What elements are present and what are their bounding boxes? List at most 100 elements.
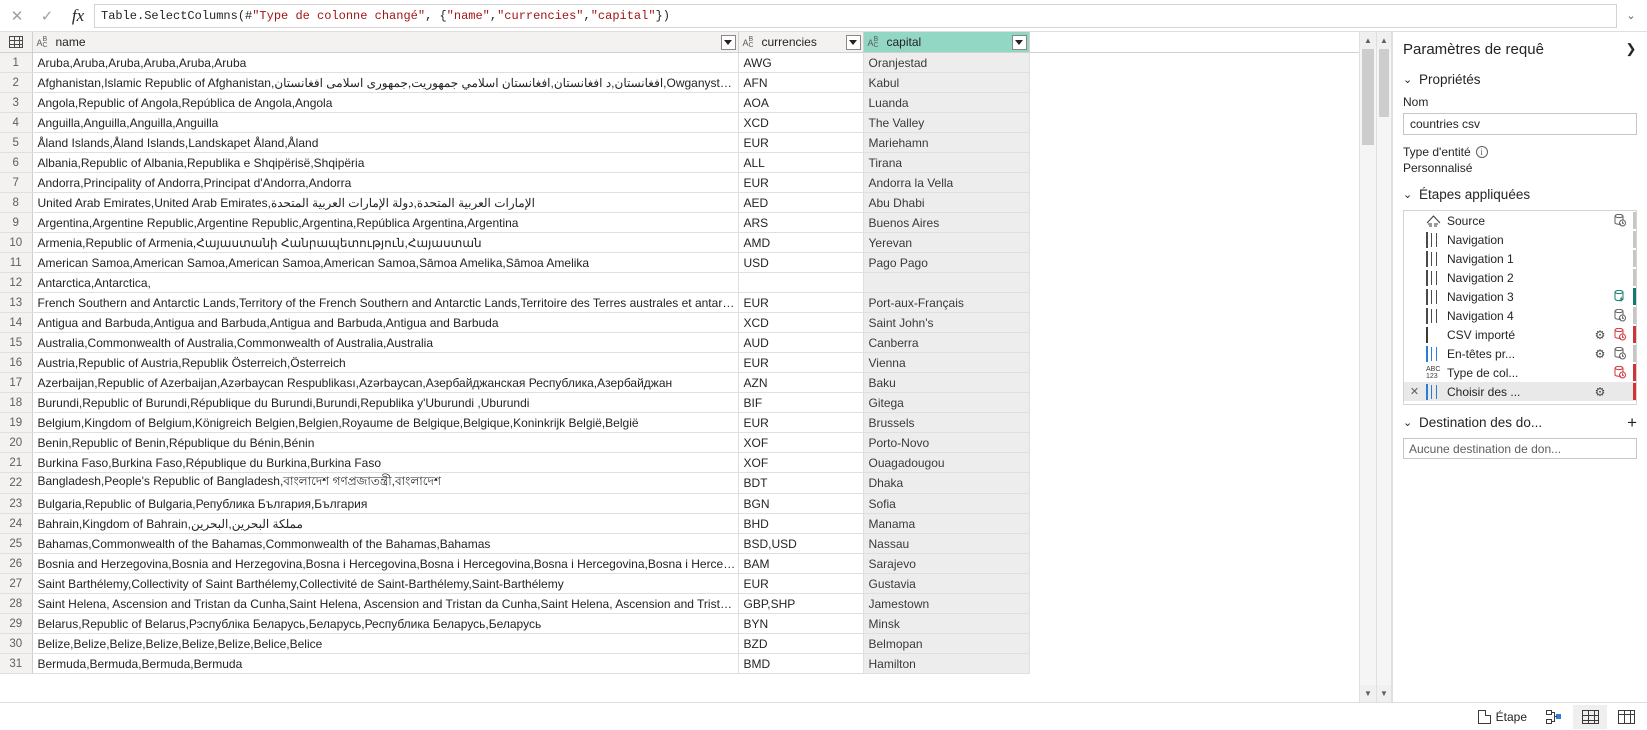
chevron-down-icon[interactable]: ⌄ bbox=[1403, 188, 1413, 201]
cell-capital[interactable]: Mariehamn bbox=[863, 132, 1030, 153]
cell-capital[interactable]: Canberra bbox=[863, 332, 1030, 353]
cell-capital[interactable]: Kabul bbox=[863, 72, 1030, 93]
row-number[interactable]: 2 bbox=[0, 72, 33, 93]
cell-capital[interactable]: Nassau bbox=[863, 533, 1030, 554]
applied-step-item[interactable]: Navigation 2 bbox=[1404, 268, 1636, 287]
cell-currencies[interactable]: XOF bbox=[738, 452, 864, 473]
cell-capital[interactable]: Ouagadougou bbox=[863, 452, 1030, 473]
scroll-up-arrow-icon[interactable]: ▲ bbox=[1360, 32, 1376, 49]
row-number[interactable]: 11 bbox=[0, 252, 33, 273]
cell-currencies[interactable]: BYN bbox=[738, 613, 864, 634]
cell-currencies[interactable] bbox=[738, 272, 864, 293]
cell-currencies[interactable]: AFN bbox=[738, 72, 864, 93]
table-row[interactable]: 17 Azerbaijan,Republic of Azerbaijan,Azər… bbox=[0, 372, 1359, 393]
table-row[interactable]: 16 Austria,Republic of Austria,Republik Ö… bbox=[0, 352, 1359, 373]
scroll-down-arrow-icon[interactable]: ▼ bbox=[1360, 685, 1376, 702]
row-number[interactable]: 26 bbox=[0, 553, 33, 574]
row-number[interactable]: 18 bbox=[0, 392, 33, 413]
abc-text-type-icon[interactable]: ABC bbox=[37, 36, 52, 49]
chevron-down-icon[interactable]: ⌄ bbox=[1403, 416, 1413, 429]
row-number[interactable]: 17 bbox=[0, 372, 33, 393]
step-status-item[interactable]: Étape bbox=[1470, 708, 1535, 726]
table-row[interactable]: 18 Burundi,Republic of Burundi,République… bbox=[0, 392, 1359, 413]
cell-currencies[interactable]: BDT bbox=[738, 472, 864, 494]
applied-step-item[interactable]: CSV CSV importé ⚙ bbox=[1404, 325, 1636, 344]
table-row[interactable]: 13 French Southern and Antarctic Lands,Te… bbox=[0, 292, 1359, 313]
cell-currencies[interactable]: GBP,SHP bbox=[738, 593, 864, 614]
gear-icon[interactable]: ⚙ bbox=[1593, 328, 1607, 342]
row-number[interactable]: 30 bbox=[0, 633, 33, 654]
cell-name[interactable]: Saint Helena, Ascension and Tristan da C… bbox=[32, 593, 739, 614]
abc-text-type-icon[interactable]: ABC bbox=[743, 36, 758, 49]
cell-name[interactable]: Australia,Commonwealth of Australia,Comm… bbox=[32, 332, 739, 353]
applied-step-item[interactable]: Navigation bbox=[1404, 230, 1636, 249]
cell-capital[interactable]: Gitega bbox=[863, 392, 1030, 413]
cell-currencies[interactable]: USD bbox=[738, 252, 864, 273]
table-row[interactable]: 10 Armenia,Republic of Armenia,Հայաստանի … bbox=[0, 232, 1359, 253]
grid-vertical-scrollbar[interactable]: ▲ ▼ bbox=[1359, 32, 1376, 702]
row-number[interactable]: 24 bbox=[0, 513, 33, 534]
rp-scroll-down-arrow-icon[interactable]: ▼ bbox=[1377, 685, 1391, 702]
row-number[interactable]: 19 bbox=[0, 412, 33, 433]
cell-capital[interactable]: Andorra la Vella bbox=[863, 172, 1030, 193]
applied-step-item[interactable]: Source bbox=[1404, 211, 1636, 230]
cell-name[interactable]: Belgium,Kingdom of Belgium,Königreich Be… bbox=[32, 412, 739, 433]
table-row[interactable]: 23 Bulgaria,Republic of Bulgaria,Републик… bbox=[0, 493, 1359, 514]
rp-scroll-up-arrow-icon[interactable]: ▲ bbox=[1377, 32, 1391, 49]
cell-currencies[interactable]: EUR bbox=[738, 172, 864, 193]
row-number[interactable]: 15 bbox=[0, 332, 33, 353]
rp-scrollbar-thumb[interactable] bbox=[1379, 49, 1389, 117]
applied-step-item[interactable]: ✕ Choisir des ... ⚙ bbox=[1404, 382, 1636, 401]
cell-name[interactable]: Bangladesh,People's Republic of Banglade… bbox=[32, 472, 739, 494]
cell-name[interactable]: Burkina Faso,Burkina Faso,République du … bbox=[32, 452, 739, 473]
column-view-button[interactable] bbox=[1609, 705, 1643, 729]
cell-currencies[interactable]: BIF bbox=[738, 392, 864, 413]
cell-capital[interactable]: Port-aux-Français bbox=[863, 292, 1030, 313]
filter-dropdown-name[interactable] bbox=[720, 34, 736, 50]
applied-step-item[interactable]: Navigation 1 bbox=[1404, 249, 1636, 268]
cell-currencies[interactable]: ARS bbox=[738, 212, 864, 233]
cell-capital[interactable]: Sofia bbox=[863, 493, 1030, 514]
cell-name[interactable]: Aruba,Aruba,Aruba,Aruba,Aruba,Aruba bbox=[32, 52, 739, 73]
table-row[interactable]: 25 Bahamas,Commonwealth of the Bahamas,Co… bbox=[0, 533, 1359, 554]
properties-section-header[interactable]: ⌄ Propriétés bbox=[1403, 72, 1637, 87]
row-number[interactable]: 25 bbox=[0, 533, 33, 554]
table-row[interactable]: 26 Bosnia and Herzegovina,Bosnia and Herz… bbox=[0, 553, 1359, 574]
cell-capital[interactable]: Baku bbox=[863, 372, 1030, 393]
applied-step-item[interactable]: Navigation 3 bbox=[1404, 287, 1636, 306]
row-number[interactable]: 1 bbox=[0, 52, 33, 73]
cell-currencies[interactable]: XCD bbox=[738, 312, 864, 333]
cell-name[interactable]: Bahamas,Commonwealth of the Bahamas,Comm… bbox=[32, 533, 739, 554]
cell-capital[interactable] bbox=[863, 272, 1030, 293]
applied-step-item[interactable]: Navigation 4 bbox=[1404, 306, 1636, 325]
table-row[interactable]: 30 Belize,Belize,Belize,Belize,Belize,Bel… bbox=[0, 633, 1359, 654]
table-row[interactable]: 24 Bahrain,Kingdom of Bahrain,مملكة البحر… bbox=[0, 513, 1359, 534]
applied-steps-list[interactable]: Source Navigation Navigation 1 Navigation 2… bbox=[1403, 210, 1637, 405]
cell-capital[interactable]: Gustavia bbox=[863, 573, 1030, 594]
info-icon[interactable]: i bbox=[1475, 146, 1488, 158]
cell-currencies[interactable]: AUD bbox=[738, 332, 864, 353]
cell-currencies[interactable]: BGN bbox=[738, 493, 864, 514]
formula-input[interactable]: Table.SelectColumns(# "Type de colonne ch… bbox=[94, 3, 1617, 28]
cell-name[interactable]: Burundi,Republic of Burundi,République d… bbox=[32, 392, 739, 413]
scrollbar-track[interactable] bbox=[1360, 49, 1376, 685]
cell-capital[interactable]: Saint John's bbox=[863, 312, 1030, 333]
cell-currencies[interactable]: AOA bbox=[738, 92, 864, 113]
cell-capital[interactable]: Minsk bbox=[863, 613, 1030, 634]
chevron-down-icon[interactable]: ⌄ bbox=[1403, 73, 1413, 86]
table-row[interactable]: 1 Aruba,Aruba,Aruba,Aruba,Aruba,Aruba AWG O… bbox=[0, 52, 1359, 73]
table-row[interactable]: 3 Angola,Republic of Angola,República de … bbox=[0, 92, 1359, 113]
cell-name[interactable]: Angola,Republic of Angola,República de A… bbox=[32, 92, 739, 113]
cell-name[interactable]: American Samoa,American Samoa,American S… bbox=[32, 252, 739, 273]
applied-step-item[interactable]: En-têtes pr... ⚙ bbox=[1404, 344, 1636, 363]
cell-capital[interactable]: Luanda bbox=[863, 92, 1030, 113]
cell-currencies[interactable]: BZD bbox=[738, 633, 864, 654]
cell-capital[interactable]: Hamilton bbox=[863, 653, 1030, 674]
cell-name[interactable]: French Southern and Antarctic Lands,Terr… bbox=[32, 292, 739, 313]
cell-currencies[interactable]: EUR bbox=[738, 573, 864, 594]
cell-capital[interactable]: Porto-Novo bbox=[863, 432, 1030, 453]
cell-currencies[interactable]: AZN bbox=[738, 372, 864, 393]
table-row[interactable]: 27 Saint Barthélemy,Collectivity of Saint… bbox=[0, 573, 1359, 594]
cell-currencies[interactable]: AWG bbox=[738, 52, 864, 73]
row-number[interactable]: 27 bbox=[0, 573, 33, 594]
